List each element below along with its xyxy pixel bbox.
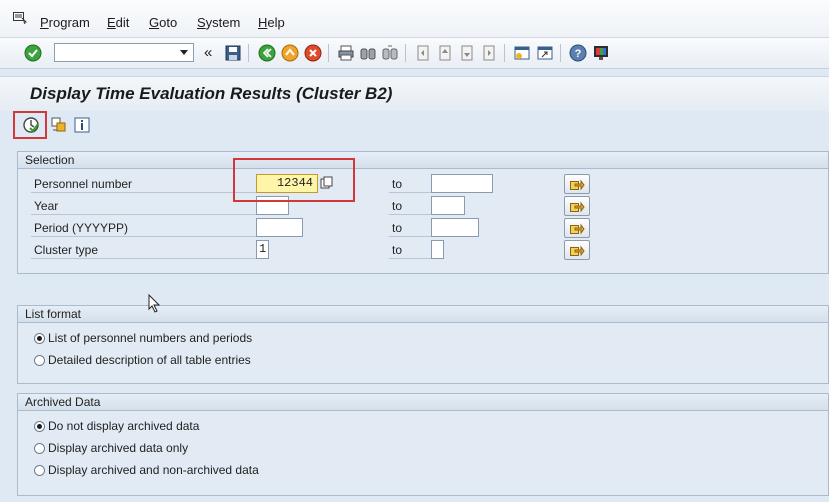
enter-check-icon[interactable] (24, 44, 42, 62)
command-field[interactable] (54, 43, 194, 62)
period-from-input[interactable] (256, 218, 303, 237)
selection-group: Selection Personnel number 12344 to Year… (17, 151, 829, 274)
print-icon[interactable] (337, 44, 355, 62)
radio-no-archived-label: Do not display archived data (48, 419, 200, 433)
customize-layout-icon[interactable] (592, 44, 610, 62)
cluster-type-multiple-selection-button[interactable] (564, 240, 590, 260)
find-icon[interactable] (359, 44, 377, 62)
standard-toolbar: « ? (0, 38, 829, 69)
period-multiple-selection-button[interactable] (564, 218, 590, 238)
save-icon[interactable] (224, 44, 242, 62)
period-label: Period (YYYYPP) (34, 221, 129, 235)
archived-data-header: Archived Data (18, 394, 828, 411)
year-label: Year (34, 199, 59, 213)
command-collapse-icon[interactable]: « (204, 44, 212, 61)
menu-bar: Program Edit Goto System Help (0, 0, 829, 38)
radio-archived-and-non-archived-label: Display archived and non-archived data (48, 463, 259, 477)
menu-goto[interactable]: Goto (149, 15, 177, 30)
personnel-number-label: Personnel number (34, 177, 133, 191)
personnel-number-highlight (233, 158, 355, 202)
radio-list-personnel-periods-label: List of personnel numbers and periods (48, 331, 253, 345)
help-icon[interactable]: ? (569, 44, 587, 62)
menu-help[interactable]: Help (258, 15, 285, 30)
menu-edit[interactable]: Edit (107, 15, 129, 30)
year-to-input[interactable] (431, 196, 465, 215)
arrow-right-icon (570, 201, 585, 213)
radio-list-personnel-periods[interactable] (34, 333, 45, 344)
menu-program[interactable]: Program (40, 15, 90, 30)
selection-row-year: Year to (18, 196, 828, 216)
find-next-icon[interactable] (381, 44, 399, 62)
cancel-icon[interactable] (304, 44, 322, 62)
cluster-type-to-input[interactable] (431, 240, 444, 259)
chevron-down-icon[interactable] (180, 50, 188, 55)
svg-text:?: ? (575, 48, 582, 60)
first-page-icon[interactable] (414, 44, 432, 62)
list-format-header: List format (18, 306, 828, 323)
list-format-group: List format List of personnel numbers an… (17, 305, 829, 384)
radio-archived-only-label: Display archived data only (48, 441, 189, 455)
title-bar: Display Time Evaluation Results (Cluster… (0, 76, 829, 111)
radio-detailed-description[interactable] (34, 355, 45, 366)
arrow-right-icon (570, 179, 585, 191)
personnel-number-multiple-selection-button[interactable] (564, 174, 590, 194)
archived-data-group: Archived Data Do not display archived da… (17, 393, 829, 496)
radio-detailed-description-label: Detailed description of all table entrie… (48, 353, 251, 367)
selection-row-cluster-type: Cluster type 1 to (18, 240, 828, 260)
radio-archived-and-non-archived[interactable] (34, 465, 45, 476)
year-to-label: to (392, 199, 403, 213)
program-info-icon[interactable] (73, 116, 91, 134)
radio-no-archived[interactable] (34, 421, 45, 432)
menu-icon[interactable] (13, 12, 27, 24)
create-session-icon[interactable] (513, 44, 531, 62)
selection-header: Selection (18, 152, 828, 169)
personnel-number-to-input[interactable] (431, 174, 493, 193)
cluster-type-to-label: to (392, 243, 403, 257)
next-page-icon[interactable] (458, 44, 476, 62)
execute-clock-icon[interactable] (22, 116, 40, 134)
period-to-label: to (392, 221, 403, 235)
cluster-type-label: Cluster type (34, 243, 99, 257)
mouse-cursor-icon (148, 294, 161, 313)
shortcut-icon[interactable] (536, 44, 554, 62)
page-title: Display Time Evaluation Results (Cluster… (30, 84, 393, 103)
personnel-number-to-label: to (392, 177, 403, 191)
radio-archived-only[interactable] (34, 443, 45, 454)
selection-row-period: Period (YYYYPP) to (18, 218, 828, 238)
back-icon[interactable] (258, 44, 276, 62)
selection-row-personnel: Personnel number 12344 to (18, 174, 828, 194)
arrow-right-icon (570, 245, 585, 257)
application-toolbar (0, 111, 829, 141)
menu-system[interactable]: System (197, 15, 240, 30)
previous-page-icon[interactable] (436, 44, 454, 62)
period-to-input[interactable] (431, 218, 479, 237)
get-variant-icon[interactable] (50, 116, 68, 134)
arrow-right-icon (570, 223, 585, 235)
last-page-icon[interactable] (480, 44, 498, 62)
year-multiple-selection-button[interactable] (564, 196, 590, 216)
exit-icon[interactable] (281, 44, 299, 62)
cluster-type-from-input[interactable]: 1 (256, 240, 269, 259)
